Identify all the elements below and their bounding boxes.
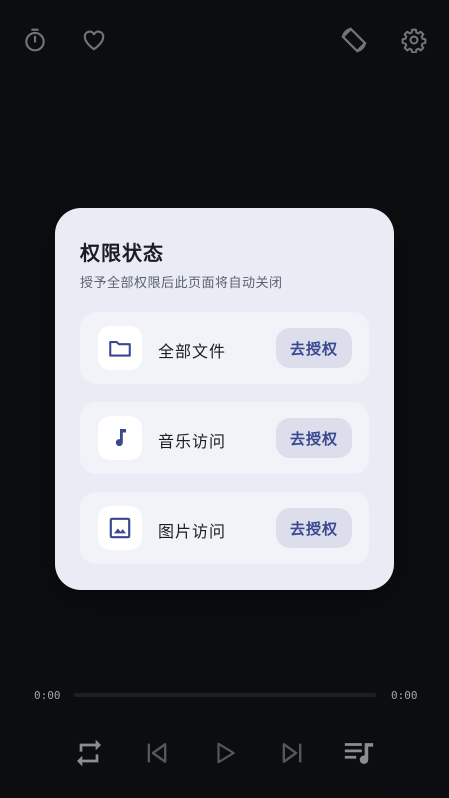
permission-label: 图片访问 [158,522,227,541]
seek-bar[interactable] [74,693,376,697]
play-icon [217,742,235,764]
previous-button[interactable] [137,733,177,773]
grant-all-files-button[interactable]: 去授权 [276,328,352,368]
permission-label: 全部文件 [158,342,227,361]
folder-icon [109,341,131,357]
image-icon [109,517,131,539]
permission-icon-tile [98,326,142,370]
elapsed-time: 0:00 [34,689,61,702]
repeat-icon [77,739,101,767]
repeat-button[interactable] [69,733,109,773]
previous-icon [147,743,167,763]
music-note-icon [115,429,126,447]
play-button[interactable] [205,733,245,773]
next-button[interactable] [272,733,312,773]
grant-images-button[interactable]: 去授权 [276,508,352,548]
playlist-button[interactable] [339,733,379,773]
playlist-icon [344,743,374,764]
permission-icon-tile [98,506,142,550]
duration-time: 0:00 [391,689,418,702]
dialog-title: 权限状态 [80,241,164,265]
grant-music-button[interactable]: 去授权 [276,418,352,458]
next-icon [282,743,302,763]
permission-label: 音乐访问 [158,432,227,451]
dialog-subtitle: 授予全部权限后此页面将自动关闭 [80,276,283,291]
permission-icon-tile [98,416,142,460]
